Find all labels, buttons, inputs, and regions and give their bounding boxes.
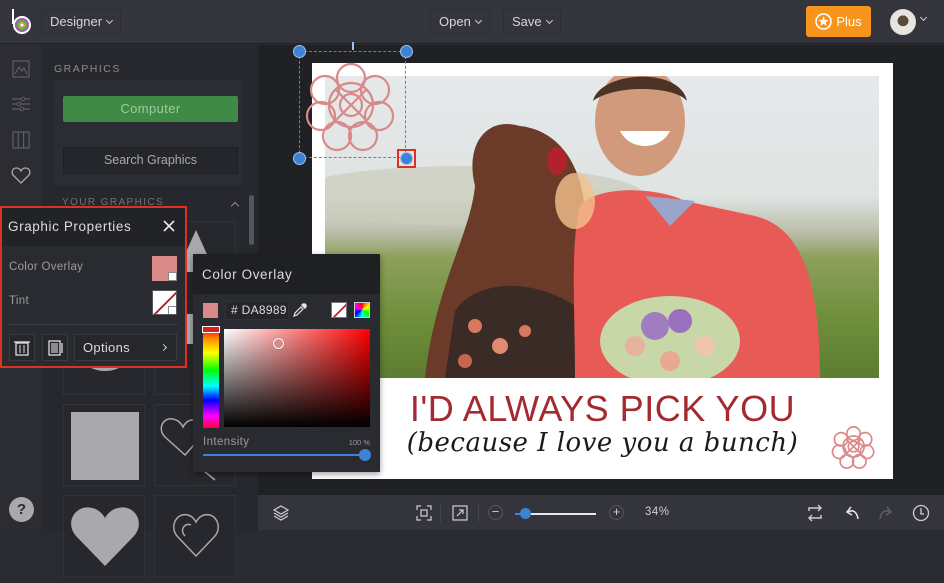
zoom-out-button[interactable]: −: [488, 505, 503, 520]
graphic-properties-panel: Graphic Properties Color Overlay Tint Op…: [0, 206, 187, 368]
duplicate-icon: [48, 340, 63, 356]
chevron-right-icon: [159, 343, 168, 352]
rotate-handle[interactable]: [352, 42, 354, 50]
save-label: Save: [512, 14, 542, 29]
graphic-tile[interactable]: [154, 495, 236, 577]
chevron-down-icon: [545, 16, 553, 24]
panel-scrollbar[interactable]: [249, 195, 254, 245]
designer-menu-button[interactable]: Designer: [41, 9, 122, 34]
no-color-icon: [332, 303, 346, 317]
color-overlay-label: Color Overlay: [9, 261, 84, 273]
bottom-toolbar: − + 34%: [258, 495, 944, 530]
divider: [440, 504, 441, 522]
adjustments-icon[interactable]: [10, 93, 32, 115]
image-icon[interactable]: [10, 58, 32, 80]
hex-color-input[interactable]: # DA8989: [225, 301, 289, 320]
options-button[interactable]: Options: [74, 334, 177, 361]
intensity-value: 100 %: [348, 438, 370, 447]
chevron-down-icon: [168, 306, 176, 314]
no-color-swatch[interactable]: [331, 302, 347, 318]
delete-button[interactable]: [9, 334, 35, 361]
tint-swatch[interactable]: [152, 290, 177, 315]
help-button[interactable]: ?: [9, 497, 34, 522]
divider: [8, 324, 178, 325]
graphic-properties-title: Graphic Properties: [8, 219, 132, 234]
square-graphic-icon: [71, 412, 139, 480]
intensity-label: Intensity: [203, 436, 250, 448]
color-overlay-swatch[interactable]: [152, 256, 177, 281]
duplicate-button[interactable]: [42, 334, 68, 361]
divider: [478, 504, 479, 522]
intensity-slider-track[interactable]: [203, 454, 365, 456]
plus-label: Plus: [836, 14, 862, 29]
computer-upload-button[interactable]: Computer: [63, 96, 238, 122]
user-avatar[interactable]: [890, 9, 916, 35]
custom-color-swatch[interactable]: [354, 302, 370, 318]
layers-icon[interactable]: [272, 504, 290, 522]
redo-icon[interactable]: [877, 504, 895, 522]
actual-size-icon[interactable]: [451, 504, 469, 522]
chevron-down-icon[interactable]: [919, 13, 928, 22]
options-label: Options: [83, 340, 130, 355]
trash-icon: [14, 341, 30, 356]
close-icon[interactable]: [162, 219, 176, 233]
double-heart-graphic-icon: [173, 513, 219, 558]
chevron-up-icon[interactable]: [230, 201, 240, 211]
hue-slider[interactable]: [203, 328, 219, 428]
graphic-tile[interactable]: [63, 404, 145, 486]
history-icon[interactable]: [912, 504, 930, 522]
heart-icon[interactable]: [10, 164, 32, 186]
flower-graphic-small[interactable]: [831, 424, 879, 470]
card-subline[interactable]: (because I love you a bunch): [312, 428, 893, 458]
color-picker-thumb[interactable]: [273, 338, 284, 349]
intensity-slider-thumb[interactable]: [359, 449, 371, 461]
graphic-tile[interactable]: [63, 495, 145, 577]
app-logo-icon[interactable]: [10, 8, 34, 36]
tint-label: Tint: [9, 295, 29, 307]
plus-upgrade-button[interactable]: Plus: [806, 6, 871, 37]
couple-photo[interactable]: [325, 76, 879, 378]
zoom-level: 34%: [645, 506, 670, 518]
resize-handle-top-right[interactable]: [400, 45, 413, 58]
designer-label: Designer: [50, 14, 103, 29]
zoom-in-button[interactable]: +: [609, 505, 624, 520]
open-menu-button[interactable]: Open: [430, 9, 490, 34]
frames-icon[interactable]: [10, 129, 32, 151]
graphic-properties-header: Graphic Properties: [2, 208, 185, 246]
heart-graphic-icon: [71, 507, 139, 566]
undo-icon[interactable]: [843, 504, 861, 522]
current-color-swatch: [203, 303, 218, 318]
top-bar: Designer Open Save Plus: [0, 0, 944, 44]
highlighted-handle-outline: [397, 149, 416, 168]
resize-handle-top-left[interactable]: [293, 45, 306, 58]
hue-slider-thumb[interactable]: [202, 326, 220, 333]
selection-box: [299, 51, 406, 158]
search-graphics-button[interactable]: Search Graphics: [63, 147, 238, 174]
chevron-down-icon: [168, 272, 177, 281]
resize-handle-bottom-left[interactable]: [293, 152, 306, 165]
eyedropper-icon[interactable]: [292, 302, 308, 318]
card-headline[interactable]: I'D ALWAYS PICK YOU: [312, 388, 893, 430]
chevron-down-icon: [105, 16, 114, 24]
open-label: Open: [439, 14, 471, 29]
zoom-slider-thumb[interactable]: [520, 508, 531, 519]
photo-illustration: [325, 76, 820, 378]
panel-title: GRAPHICS: [54, 63, 121, 75]
chevron-down-icon: [474, 16, 482, 24]
save-menu-button[interactable]: Save: [503, 9, 561, 34]
color-overlay-header: Color Overlay: [193, 254, 380, 294]
color-overlay-popup: Color Overlay # DA8989 Intensity 100 %: [193, 254, 380, 472]
fit-to-screen-icon[interactable]: [415, 504, 433, 522]
flip-icon[interactable]: [806, 504, 824, 522]
star-icon: [815, 13, 833, 30]
saturation-value-picker[interactable]: [224, 329, 370, 427]
zoom-slider-track[interactable]: [522, 513, 596, 515]
